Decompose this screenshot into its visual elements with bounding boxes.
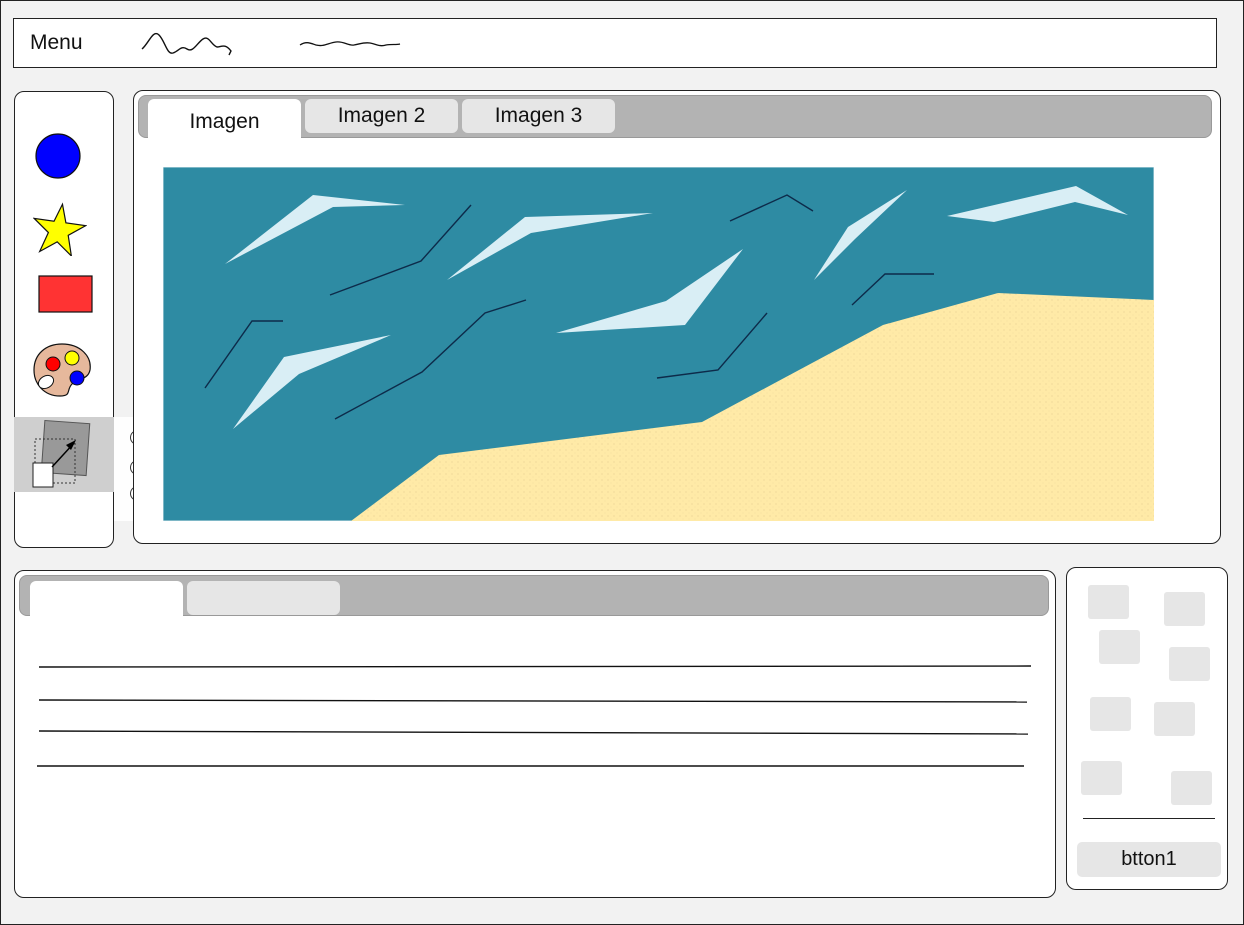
side-panel: btton1 [1066,567,1228,890]
chip-5[interactable] [1090,697,1131,731]
chip-4[interactable] [1169,647,1210,681]
side-divider [1083,818,1215,819]
chip-8[interactable] [1171,771,1212,805]
chip-2[interactable] [1164,592,1205,626]
blue-circle-icon[interactable] [34,132,84,182]
chip-3[interactable] [1099,630,1140,664]
red-rectangle-icon[interactable] [38,275,94,315]
chip-1[interactable] [1088,585,1129,619]
beach-sea-image[interactable] [163,167,1154,521]
chip-7[interactable] [1081,761,1122,795]
resize-tool-selected[interactable] [14,417,114,492]
color-palette-icon[interactable] [32,342,94,398]
btton1-button[interactable]: btton1 [1077,842,1221,877]
scribble-line-icon [299,41,401,47]
resize-icon [32,419,91,488]
chip-6[interactable] [1154,702,1195,736]
text-panel [14,570,1056,898]
scribble-wave-icon [141,32,232,56]
text-lines [37,665,1032,767]
yellow-star-icon[interactable] [33,202,87,256]
menu-label[interactable]: Menu [30,31,83,55]
tab-imagen-2[interactable]: Imagen 2 [305,99,458,133]
tab-imagen[interactable]: Imagen [148,99,301,139]
tab-imagen-3[interactable]: Imagen 3 [462,99,615,133]
menu-bar: Menu [13,18,1217,68]
